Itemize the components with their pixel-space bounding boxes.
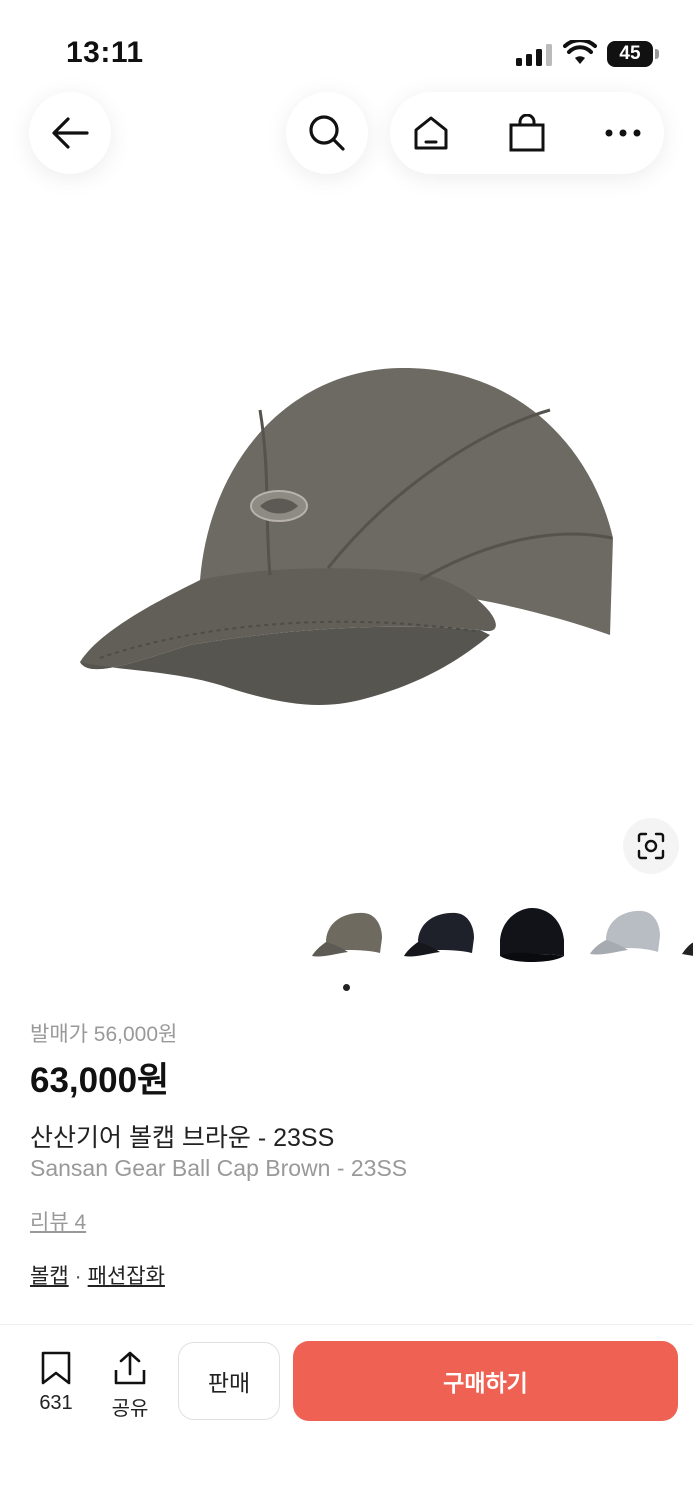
thumbnail-brown[interactable] — [308, 898, 388, 978]
color-thumbnails — [300, 898, 693, 978]
status-bar: 13:11 45 — [0, 0, 693, 80]
battery-tip — [655, 49, 659, 59]
share-label: 공유 — [111, 1398, 149, 1420]
bookmark-count: 631 — [39, 1392, 73, 1414]
share-button[interactable]: 공유 — [106, 1350, 154, 1421]
buy-button[interactable]: 구매하기 — [293, 1341, 678, 1421]
wifi-icon — [563, 40, 597, 64]
cart-button[interactable] — [507, 113, 547, 153]
bookmark-button[interactable]: 631 — [32, 1350, 80, 1415]
cap-image[interactable] — [60, 340, 640, 740]
thumbnail-navy[interactable] — [400, 898, 480, 978]
back-button[interactable] — [29, 92, 111, 174]
home-icon — [414, 116, 448, 150]
search-button[interactable] — [286, 92, 368, 174]
sell-button[interactable]: 판매 — [178, 1342, 280, 1420]
more-horizontal-icon — [605, 129, 641, 137]
carousel-dot — [343, 984, 350, 991]
thumbnail-partial[interactable] — [676, 898, 693, 978]
bookmark-icon — [41, 1351, 71, 1385]
tag-ballcap[interactable]: 볼캡 — [30, 1265, 69, 1288]
battery-indicator: 45 — [607, 41, 653, 67]
image-search-button[interactable] — [623, 818, 679, 874]
cellular-signal-icon — [516, 44, 552, 66]
status-time: 13:11 — [66, 36, 144, 69]
more-button[interactable] — [603, 113, 643, 153]
home-button[interactable] — [411, 113, 451, 153]
current-price: 63,000원 — [30, 1061, 170, 1100]
release-price: 발매가 56,000원 — [30, 1023, 178, 1046]
category-tags: 볼캡 · 패션잡화 — [30, 1260, 165, 1290]
product-name-en: Sansan Gear Ball Cap Brown - 23SS — [30, 1155, 408, 1181]
nav-actions-pill — [390, 92, 664, 174]
thumbnail-gray[interactable] — [584, 898, 664, 978]
product-name-ko: 산산기어 볼캡 브라운 - 23SS — [30, 1124, 335, 1152]
share-icon — [114, 1351, 146, 1385]
arrow-left-icon — [52, 117, 89, 149]
tag-fashion-goods[interactable]: 패션잡화 — [88, 1265, 165, 1288]
reviews-link[interactable]: 리뷰 4 — [30, 1206, 86, 1236]
lens-scan-icon — [637, 832, 665, 860]
search-icon — [309, 115, 345, 151]
thumbnail-black[interactable] — [492, 898, 572, 978]
shopping-bag-icon — [509, 114, 545, 152]
tag-separator: · — [74, 1265, 82, 1288]
